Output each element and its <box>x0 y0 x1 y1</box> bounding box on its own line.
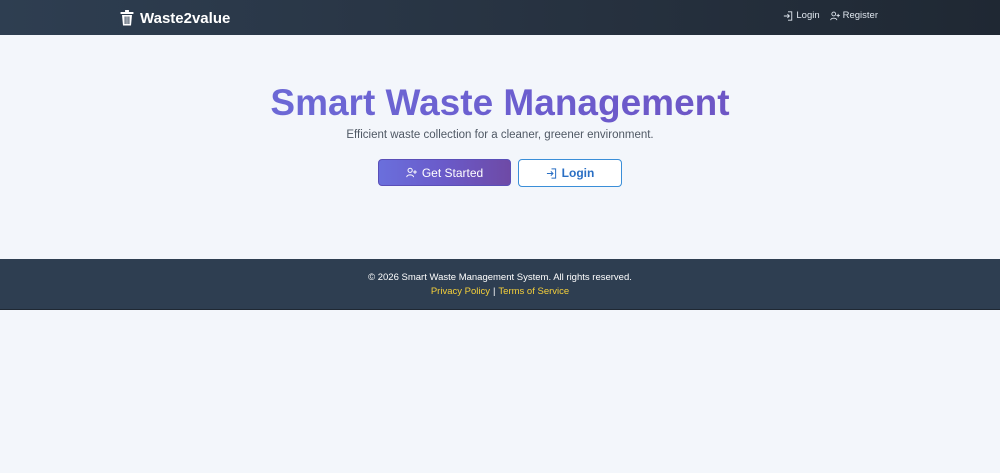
brand-name: Waste2value <box>140 9 231 27</box>
register-icon <box>829 11 840 20</box>
nav-login-link[interactable]: Login <box>783 10 820 21</box>
terms-of-service-link[interactable]: Terms of Service <box>498 286 569 297</box>
get-started-button[interactable]: Get Started <box>378 159 511 186</box>
nav-links: Login Register <box>783 10 878 21</box>
hero-section: Smart Waste Management Efficient waste c… <box>0 35 1000 259</box>
nav-register-label: Register <box>842 10 878 21</box>
login-icon <box>784 10 793 21</box>
hero-actions: Get Started Login <box>0 159 1000 187</box>
page-footer: © 2026 Smart Waste Management System. Al… <box>0 259 1000 310</box>
hero-login-button[interactable]: Login <box>518 159 622 187</box>
footer-links: Privacy Policy | Terms of Service <box>0 286 1000 297</box>
trash-icon <box>120 10 134 26</box>
hero-title: Smart Waste Management <box>0 83 1000 123</box>
brand-link[interactable]: Waste2value <box>120 8 230 28</box>
privacy-policy-link[interactable]: Privacy Policy <box>431 286 490 297</box>
nav-login-label: Login <box>796 10 820 21</box>
add-user-icon <box>406 167 417 178</box>
page-background <box>0 310 1000 473</box>
footer-separator: | <box>492 286 496 297</box>
hero-subtitle: Efficient waste collection for a cleaner… <box>346 129 654 141</box>
hero-login-label: Login <box>561 166 595 180</box>
footer-copyright: © 2026 Smart Waste Management System. Al… <box>368 272 632 283</box>
login-icon <box>546 167 556 179</box>
nav-register-link[interactable]: Register <box>829 10 878 21</box>
top-navbar: Waste2value Login Register <box>0 0 1000 35</box>
get-started-label: Get Started <box>421 165 484 180</box>
